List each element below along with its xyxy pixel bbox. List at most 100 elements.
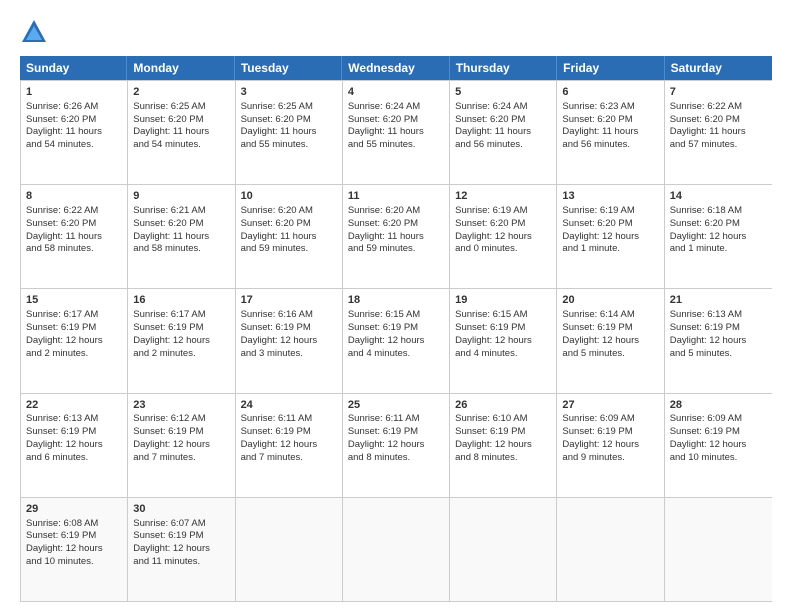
day-info-line: Daylight: 12 hours bbox=[670, 439, 767, 452]
day-number: 30 bbox=[133, 502, 229, 517]
day-info-line: Sunset: 6:19 PM bbox=[562, 426, 658, 439]
day-number: 22 bbox=[26, 398, 122, 413]
day-number: 14 bbox=[670, 189, 767, 204]
day-info-line: Sunset: 6:19 PM bbox=[670, 426, 767, 439]
day-info-line: Sunrise: 6:26 AM bbox=[26, 101, 122, 114]
day-info-line: and 11 minutes. bbox=[133, 556, 229, 569]
calendar-empty-cell bbox=[665, 498, 772, 601]
day-info-line: Daylight: 12 hours bbox=[670, 231, 767, 244]
day-info-line: and 7 minutes. bbox=[241, 452, 337, 465]
day-info-line: Sunset: 6:20 PM bbox=[670, 114, 767, 127]
day-info-line: and 54 minutes. bbox=[26, 139, 122, 152]
day-info-line: and 2 minutes. bbox=[26, 348, 122, 361]
day-info-line: and 10 minutes. bbox=[670, 452, 767, 465]
day-info-line: Daylight: 11 hours bbox=[26, 126, 122, 139]
day-info-line: Daylight: 12 hours bbox=[133, 335, 229, 348]
day-number: 12 bbox=[455, 189, 551, 204]
day-info-line: and 1 minute. bbox=[670, 243, 767, 256]
day-number: 21 bbox=[670, 293, 767, 308]
day-info-line: Sunrise: 6:22 AM bbox=[26, 205, 122, 218]
day-info-line: and 55 minutes. bbox=[241, 139, 337, 152]
header-day-saturday: Saturday bbox=[665, 56, 772, 80]
day-info-line: Sunrise: 6:25 AM bbox=[133, 101, 229, 114]
calendar-day-21: 21Sunrise: 6:13 AMSunset: 6:19 PMDayligh… bbox=[665, 289, 772, 392]
day-info-line: and 56 minutes. bbox=[455, 139, 551, 152]
calendar-day-8: 8Sunrise: 6:22 AMSunset: 6:20 PMDaylight… bbox=[21, 185, 128, 288]
day-info-line: Sunrise: 6:24 AM bbox=[455, 101, 551, 114]
day-info-line: and 4 minutes. bbox=[348, 348, 444, 361]
day-number: 18 bbox=[348, 293, 444, 308]
day-info-line: and 58 minutes. bbox=[133, 243, 229, 256]
day-info-line: Sunrise: 6:12 AM bbox=[133, 413, 229, 426]
calendar-empty-cell bbox=[236, 498, 343, 601]
day-info-line: Sunset: 6:19 PM bbox=[133, 322, 229, 335]
day-info-line: Daylight: 12 hours bbox=[455, 439, 551, 452]
day-number: 16 bbox=[133, 293, 229, 308]
day-info-line: Daylight: 12 hours bbox=[348, 335, 444, 348]
day-info-line: Sunrise: 6:24 AM bbox=[348, 101, 444, 114]
day-number: 28 bbox=[670, 398, 767, 413]
day-info-line: Sunrise: 6:19 AM bbox=[562, 205, 658, 218]
calendar-week-5: 29Sunrise: 6:08 AMSunset: 6:19 PMDayligh… bbox=[21, 497, 772, 601]
day-number: 7 bbox=[670, 85, 767, 100]
calendar-day-4: 4Sunrise: 6:24 AMSunset: 6:20 PMDaylight… bbox=[343, 81, 450, 184]
day-info-line: Sunset: 6:20 PM bbox=[26, 218, 122, 231]
day-info-line: Daylight: 12 hours bbox=[241, 335, 337, 348]
day-info-line: Sunrise: 6:13 AM bbox=[26, 413, 122, 426]
day-info-line: and 56 minutes. bbox=[562, 139, 658, 152]
logo-icon bbox=[20, 18, 48, 46]
day-info-line: Sunrise: 6:14 AM bbox=[562, 309, 658, 322]
day-number: 27 bbox=[562, 398, 658, 413]
day-number: 15 bbox=[26, 293, 122, 308]
calendar-day-17: 17Sunrise: 6:16 AMSunset: 6:19 PMDayligh… bbox=[236, 289, 343, 392]
calendar-body: 1Sunrise: 6:26 AMSunset: 6:20 PMDaylight… bbox=[20, 80, 772, 602]
day-number: 10 bbox=[241, 189, 337, 204]
calendar-day-3: 3Sunrise: 6:25 AMSunset: 6:20 PMDaylight… bbox=[236, 81, 343, 184]
day-info-line: Daylight: 11 hours bbox=[133, 126, 229, 139]
day-info-line: Sunset: 6:20 PM bbox=[348, 114, 444, 127]
day-number: 3 bbox=[241, 85, 337, 100]
day-info-line: Daylight: 11 hours bbox=[133, 231, 229, 244]
calendar-day-27: 27Sunrise: 6:09 AMSunset: 6:19 PMDayligh… bbox=[557, 394, 664, 497]
day-info-line: Sunset: 6:19 PM bbox=[348, 322, 444, 335]
day-info-line: Sunset: 6:19 PM bbox=[26, 530, 122, 543]
day-info-line: Daylight: 11 hours bbox=[348, 126, 444, 139]
day-info-line: Sunset: 6:19 PM bbox=[133, 530, 229, 543]
header-day-thursday: Thursday bbox=[450, 56, 557, 80]
day-info-line: Sunrise: 6:10 AM bbox=[455, 413, 551, 426]
day-number: 2 bbox=[133, 85, 229, 100]
calendar-week-4: 22Sunrise: 6:13 AMSunset: 6:19 PMDayligh… bbox=[21, 393, 772, 497]
day-number: 20 bbox=[562, 293, 658, 308]
day-info-line: Sunrise: 6:17 AM bbox=[133, 309, 229, 322]
day-number: 5 bbox=[455, 85, 551, 100]
day-number: 13 bbox=[562, 189, 658, 204]
day-info-line: Sunset: 6:20 PM bbox=[133, 114, 229, 127]
day-info-line: Sunset: 6:19 PM bbox=[455, 322, 551, 335]
day-info-line: Sunrise: 6:11 AM bbox=[348, 413, 444, 426]
calendar-day-13: 13Sunrise: 6:19 AMSunset: 6:20 PMDayligh… bbox=[557, 185, 664, 288]
calendar-day-9: 9Sunrise: 6:21 AMSunset: 6:20 PMDaylight… bbox=[128, 185, 235, 288]
day-info-line: Sunrise: 6:13 AM bbox=[670, 309, 767, 322]
calendar-week-2: 8Sunrise: 6:22 AMSunset: 6:20 PMDaylight… bbox=[21, 184, 772, 288]
day-number: 19 bbox=[455, 293, 551, 308]
calendar-day-29: 29Sunrise: 6:08 AMSunset: 6:19 PMDayligh… bbox=[21, 498, 128, 601]
day-info-line: Daylight: 12 hours bbox=[562, 231, 658, 244]
day-number: 4 bbox=[348, 85, 444, 100]
day-info-line: and 0 minutes. bbox=[455, 243, 551, 256]
calendar-day-14: 14Sunrise: 6:18 AMSunset: 6:20 PMDayligh… bbox=[665, 185, 772, 288]
day-info-line: and 7 minutes. bbox=[133, 452, 229, 465]
day-info-line: Sunrise: 6:16 AM bbox=[241, 309, 337, 322]
day-info-line: Daylight: 12 hours bbox=[241, 439, 337, 452]
day-info-line: Daylight: 11 hours bbox=[670, 126, 767, 139]
header-day-monday: Monday bbox=[127, 56, 234, 80]
calendar-day-6: 6Sunrise: 6:23 AMSunset: 6:20 PMDaylight… bbox=[557, 81, 664, 184]
day-info-line: and 8 minutes. bbox=[348, 452, 444, 465]
day-info-line: Sunset: 6:19 PM bbox=[241, 426, 337, 439]
day-info-line: Sunrise: 6:20 AM bbox=[348, 205, 444, 218]
day-info-line: and 58 minutes. bbox=[26, 243, 122, 256]
day-info-line: Sunset: 6:20 PM bbox=[562, 114, 658, 127]
day-info-line: Sunrise: 6:08 AM bbox=[26, 518, 122, 531]
day-info-line: and 8 minutes. bbox=[455, 452, 551, 465]
day-number: 9 bbox=[133, 189, 229, 204]
calendar-empty-cell bbox=[450, 498, 557, 601]
